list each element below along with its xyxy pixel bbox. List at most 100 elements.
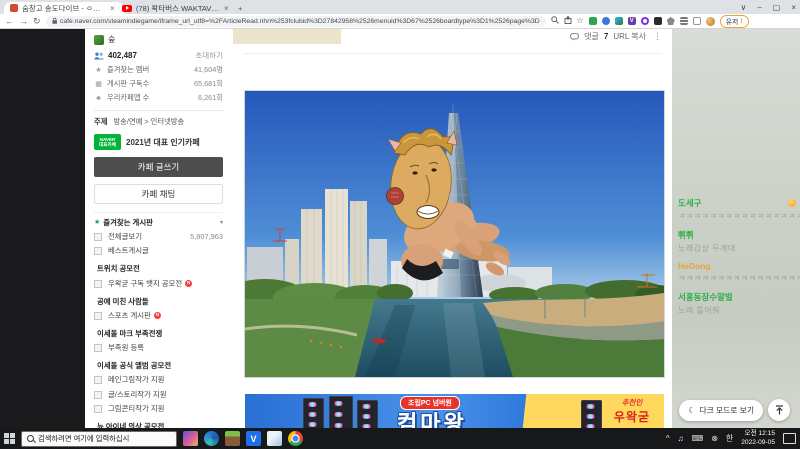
chat-username: 쀠쀠	[678, 230, 694, 240]
right-boardwalk	[483, 293, 664, 377]
sidebar-menu-item[interactable]: 이세돌 마크 부족전쟁	[94, 327, 223, 341]
cafe-manager-row[interactable]: 숲	[94, 34, 223, 45]
close-button[interactable]: ×	[791, 3, 796, 12]
bookmark-star-icon[interactable]: ☆	[577, 17, 584, 25]
clock-time: 오전 12:15	[744, 429, 775, 437]
back-icon[interactable]: ←	[5, 16, 14, 26]
more-menu-icon[interactable]: ⋮	[653, 31, 662, 42]
cafe-topic: 주제 방송/연예 > 인터넷방송	[94, 117, 223, 127]
pc-tower-image	[581, 400, 602, 429]
tray-app-icon[interactable]: ⊗	[711, 434, 718, 443]
sidebar-menu-item[interactable]: 부족원 등록	[94, 341, 223, 355]
cafe-stat-row[interactable]: ▦ 게시판 구독수 65,681회	[94, 79, 223, 89]
media-tray-icon[interactable]: ♫	[678, 434, 684, 443]
sidebar-menu-item[interactable]: 베스트게시글	[94, 244, 223, 258]
ad-banner[interactable]: 조립PC 넘버원 컴마왕 추천인 우왁굳	[245, 394, 664, 429]
search-icon[interactable]	[550, 16, 559, 26]
sidebar-menu-item[interactable]: 공예 미친 사람들	[94, 295, 223, 309]
menu-item-label: 부족원 등록	[108, 343, 145, 353]
new-post-badge: N	[185, 280, 193, 288]
moon-icon: ☾	[688, 405, 696, 415]
chat-text: 노래 틀어줘	[678, 306, 721, 315]
taskbar-clock[interactable]: 오전 12:15 2022-09-05	[741, 430, 775, 448]
invite-link[interactable]: 초대하기	[195, 50, 223, 61]
extension-icon-1[interactable]	[588, 17, 597, 25]
viewer-app-icon[interactable]	[267, 431, 282, 446]
browser-tab-youtube[interactable]: (78) 왁타버스 WAKTAVERSE - Y ×	[116, 2, 240, 14]
extension-icon-v[interactable]: V	[627, 17, 636, 25]
chrome-icon[interactable]	[288, 431, 303, 446]
cafe-chat-button[interactable]: 카페 채팅	[94, 184, 223, 204]
minecraft-icon[interactable]	[225, 431, 240, 446]
menu-item-label: 즐겨찾는 게시판	[103, 218, 153, 227]
tab-title: (78) 왁타버스 WAKTAVERSE - Y	[136, 3, 220, 13]
naver-badge-line2: 대표카페	[99, 142, 116, 147]
extension-icon-5[interactable]	[653, 17, 662, 25]
pc-tower-image	[303, 398, 324, 429]
cafe-stat-row[interactable]: ★ 즐겨찾는 멤버 41,604명	[94, 65, 223, 75]
sidebar-menu-item[interactable]: 그림콘티작가 지원	[94, 402, 223, 416]
v-app-icon[interactable]: V	[246, 431, 261, 446]
extension-icon-2[interactable]	[601, 17, 610, 25]
stat-icon: ♣	[96, 94, 101, 102]
tab-close-icon[interactable]: ×	[224, 4, 229, 13]
edge-icon[interactable]	[204, 431, 219, 446]
menu-item-label: 그림콘티작가 지원	[108, 403, 165, 413]
start-button[interactable]	[4, 433, 15, 444]
keyboard-tray-icon[interactable]: ⌨	[692, 434, 704, 443]
article-main: 댓글 7 URL 복사 ⋮ 조립PC 넘버원 컴마왕 추천인 우왁굳	[232, 29, 672, 429]
manager-avatar	[94, 34, 104, 45]
sidebar-menu-item[interactable]: 메인그림작가 지원	[94, 373, 223, 387]
red-canoe	[372, 338, 386, 344]
new-tab-button[interactable]: +	[232, 2, 254, 14]
cafe-stat-row[interactable]: ♣ 우리카페앱 수 6,261회	[94, 93, 223, 103]
forward-icon[interactable]: →	[19, 16, 28, 26]
sidebar-menu-item[interactable]: 우왁굳 구독 뱃지 공모전 N	[94, 277, 223, 291]
divider	[244, 53, 662, 54]
share-icon[interactable]	[564, 15, 572, 26]
sidebar-menu-item[interactable]: 전체글보기 5,807,963	[94, 230, 223, 244]
article-header-actions: 댓글 7 URL 복사 ⋮	[570, 31, 662, 42]
sidebar-menu-item[interactable]: 트위치 공모전	[94, 262, 223, 276]
sidebar-menu-item[interactable]: 이세돌 공식 앨범 공모전	[94, 359, 223, 373]
url-copy-button[interactable]: URL 복사	[613, 31, 646, 42]
tab-search-chevron-icon[interactable]: ∨	[740, 3, 746, 12]
hidden-icons-chevron[interactable]: ^	[666, 434, 670, 443]
browser-toolbar: ← → ↻ cafe.naver.com/steamindiegame/ifra…	[0, 14, 800, 28]
minimize-button[interactable]: –	[757, 3, 761, 12]
tab-close-icon[interactable]: ×	[110, 4, 115, 13]
menu-item-label: 베스트게시글	[108, 246, 149, 256]
reading-list-icon[interactable]	[679, 17, 688, 25]
maximize-button[interactable]: ▢	[773, 3, 781, 12]
ime-indicator[interactable]: 한	[726, 433, 733, 444]
side-panel-icon[interactable]	[692, 17, 701, 25]
action-center-icon[interactable]	[783, 433, 796, 444]
cafe-write-button[interactable]: 카페 글쓰기	[94, 157, 223, 177]
extension-icon-4[interactable]	[640, 17, 649, 25]
dark-mode-button[interactable]: ☾ 다크 모드로 보기	[679, 399, 763, 421]
profile-avatar[interactable]	[705, 16, 715, 26]
manager-name: 숲	[108, 35, 116, 44]
browser-tab-active[interactable]: 숨창고 송도다이브 - ㅇㅇㅇㅇ ×	[4, 2, 124, 14]
comment-label[interactable]: 댓글	[584, 31, 599, 42]
extension-icon-3[interactable]	[614, 17, 623, 25]
address-bar[interactable]: cafe.naver.com/steamindiegame/iframe_url…	[45, 15, 546, 27]
reload-icon[interactable]: ↻	[33, 16, 41, 26]
scroll-to-top-button[interactable]	[768, 399, 790, 421]
stat-label: 게시판 구독수	[107, 79, 150, 88]
favorite-star-icon: ★	[94, 219, 101, 227]
game-app-icon[interactable]	[183, 431, 198, 446]
article-image[interactable]	[232, 90, 672, 378]
search-icon	[27, 435, 34, 442]
padlock-icon	[51, 17, 57, 24]
taskbar-search[interactable]: 검색하려면 여기에 입력하십시	[21, 430, 177, 447]
browser-tab-strip: 숨창고 송도다이브 - ㅇㅇㅇㅇ × (78) 왁타버스 WAKTAVERSE …	[0, 0, 800, 14]
chat-text: 노래감상 두개대	[678, 244, 736, 253]
profile-chip[interactable]: 유저 !	[719, 14, 749, 28]
menu-item-label: 공예 미친 사람들	[97, 296, 149, 306]
sidebar-menu-item[interactable]: 스포츠 게시판 N	[94, 309, 223, 323]
topic-value[interactable]: 방송/연예 > 인터넷방송	[113, 117, 184, 126]
sidebar-menu-item[interactable]: 글/스토리작가 지원	[94, 388, 223, 402]
sidebar-menu-item[interactable]: ★ 즐겨찾는 게시판 ▾	[94, 212, 223, 230]
extensions-puzzle-icon[interactable]	[666, 17, 675, 25]
